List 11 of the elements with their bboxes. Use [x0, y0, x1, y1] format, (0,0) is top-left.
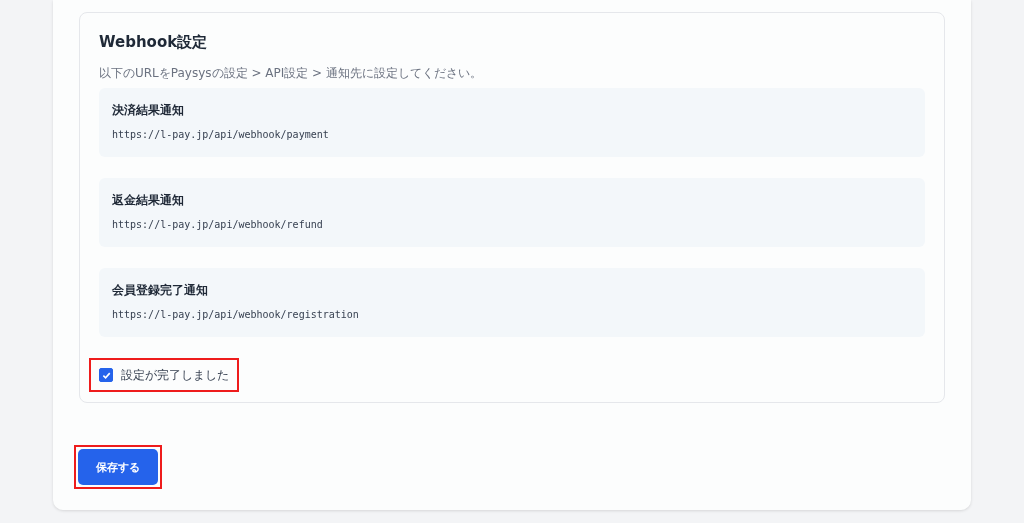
section-title: Webhook設定 — [99, 33, 209, 52]
endpoint-url: https://l-pay.jp/api/webhook/registration — [112, 309, 360, 320]
endpoint-label: 決済結果通知 — [112, 102, 185, 119]
checkbox-label: 設定が完了しました — [121, 368, 229, 382]
endpoint-label: 会員登録完了通知 — [112, 282, 209, 299]
checkbox[interactable] — [99, 368, 113, 382]
endpoint-url: https://l-pay.jp/api/webhook/refund — [112, 219, 324, 230]
section-description: 以下のURLをPaysysの設定 > API設定 > 通知先に設定してください。 — [99, 66, 483, 80]
endpoint-url: https://l-pay.jp/api/webhook/payment — [112, 129, 330, 140]
save-button[interactable]: 保存する — [78, 449, 158, 485]
endpoint-label: 返金結果通知 — [112, 192, 185, 209]
